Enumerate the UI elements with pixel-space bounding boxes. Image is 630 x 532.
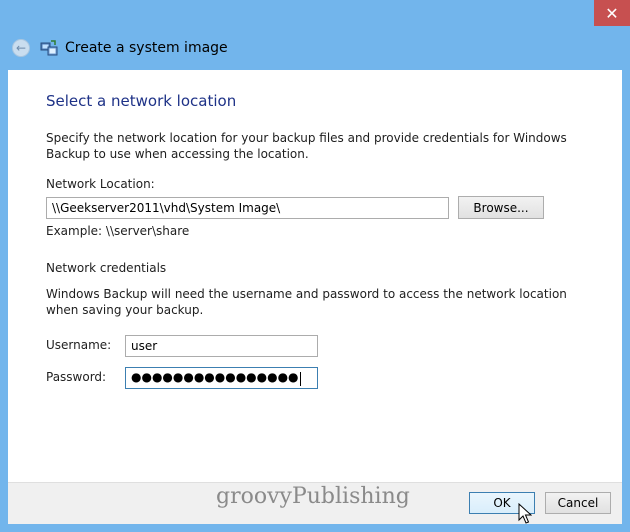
example-text: Example: \\server\share xyxy=(46,224,190,238)
title-bar: ✕ ← Create a system image xyxy=(0,0,630,70)
cancel-button-label: Cancel xyxy=(557,496,599,510)
username-value: user xyxy=(131,339,158,353)
text-caret xyxy=(299,371,301,386)
intro-text: Specify the network location for your ba… xyxy=(46,131,567,161)
dialog-content: Select a network location Specify the ne… xyxy=(8,70,622,482)
credentials-description: Windows Backup will need the username an… xyxy=(46,287,567,317)
username-input[interactable]: user xyxy=(125,335,318,357)
password-value: ●●●●●●●●●●●●●●●● xyxy=(131,370,299,384)
window-title: Create a system image xyxy=(65,40,228,56)
window-bottom-edge xyxy=(0,524,630,532)
mouse-cursor-icon xyxy=(518,503,532,524)
back-arrow-icon: ← xyxy=(15,41,27,55)
dialog-window: ✕ ← Create a system image Select a netwo… xyxy=(0,0,630,532)
browse-button-label: Browse... xyxy=(473,200,529,215)
watermark: groovyPublishing xyxy=(216,484,410,509)
ok-button-label: OK xyxy=(493,496,511,510)
backup-app-icon xyxy=(40,40,58,56)
page-heading: Select a network location xyxy=(46,92,237,110)
cancel-button[interactable]: Cancel xyxy=(545,492,611,514)
close-icon: ✕ xyxy=(605,3,619,23)
credentials-heading: Network credentials xyxy=(46,261,167,275)
password-input[interactable]: ●●●●●●●●●●●●●●●● xyxy=(125,367,318,389)
username-label: Username: xyxy=(46,338,112,352)
network-location-value: \\Geekserver2011\vhd\System Image\ xyxy=(52,201,281,215)
network-location-input[interactable]: \\Geekserver2011\vhd\System Image\ xyxy=(46,197,449,219)
browse-button[interactable]: Browse... xyxy=(458,196,544,219)
back-button[interactable]: ← xyxy=(12,39,30,57)
password-label: Password: xyxy=(46,370,107,384)
network-location-label: Network Location: xyxy=(46,177,155,191)
close-button[interactable]: ✕ xyxy=(594,0,630,26)
